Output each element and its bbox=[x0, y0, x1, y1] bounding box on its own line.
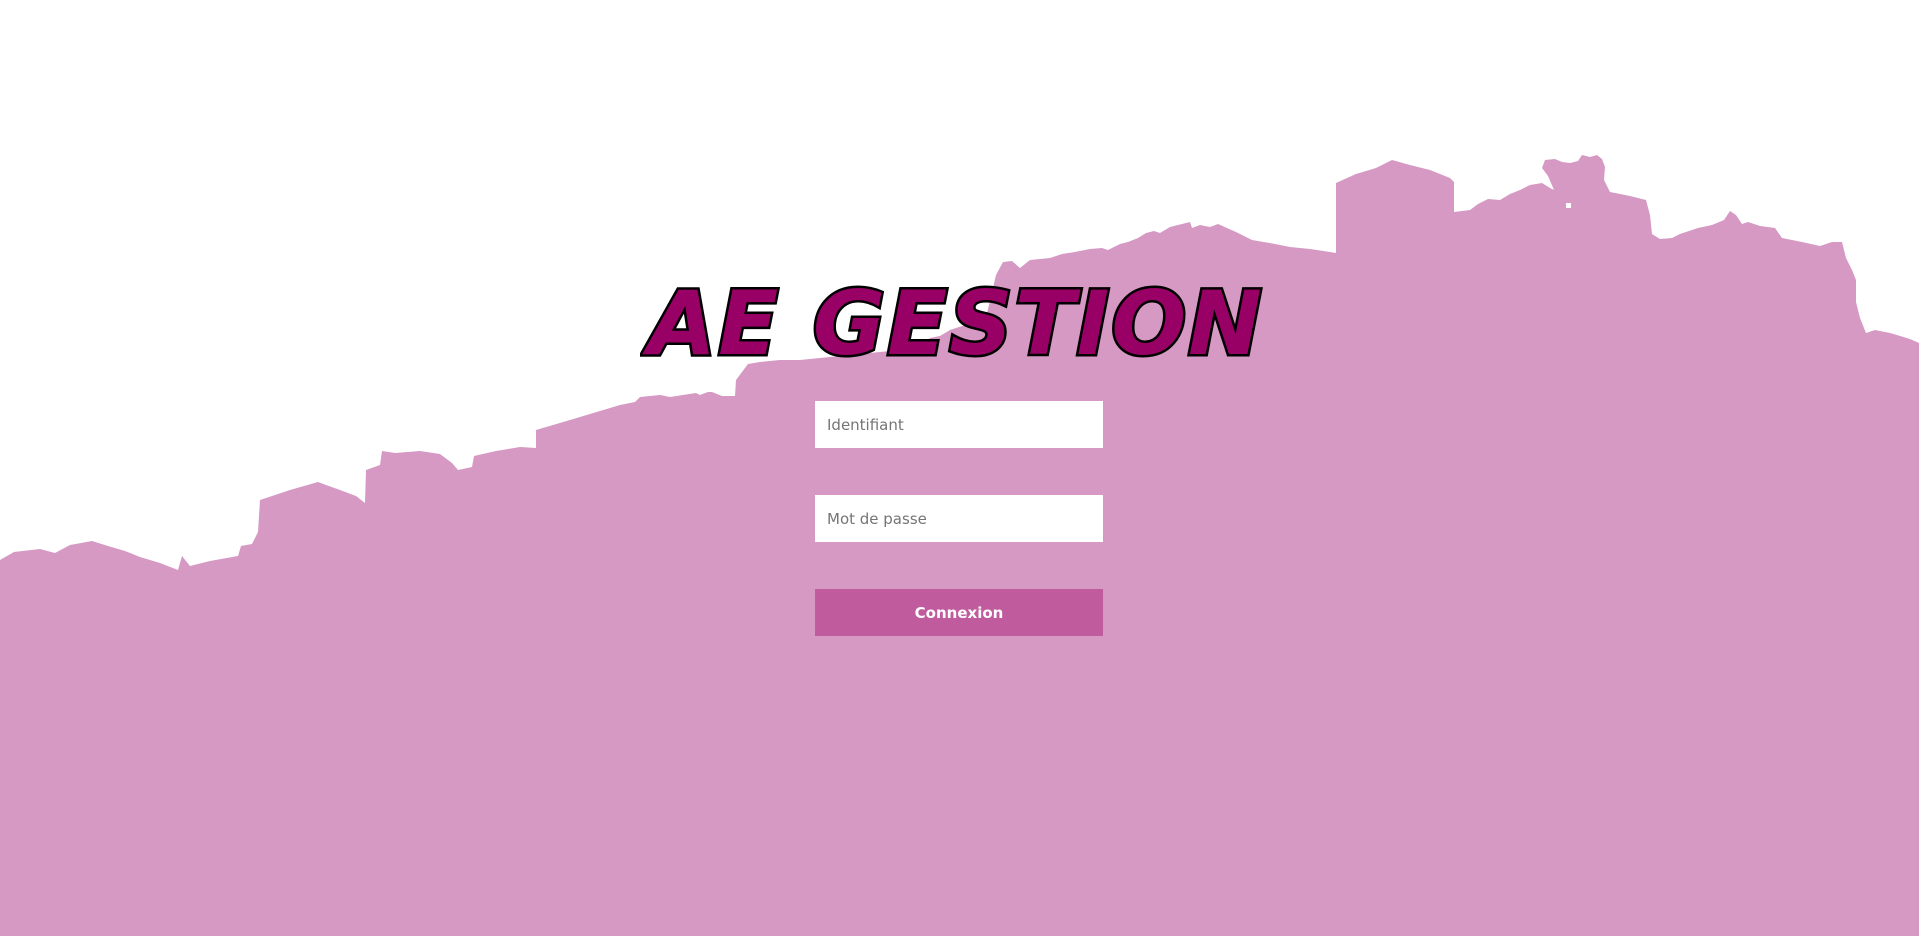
username-field[interactable] bbox=[815, 401, 1103, 448]
logo-text: AE GESTION bbox=[642, 272, 1264, 372]
login-page: AE GESTION Connexion bbox=[0, 0, 1919, 936]
login-form: Connexion bbox=[815, 401, 1103, 636]
password-field[interactable] bbox=[815, 495, 1103, 542]
skyline-window-gap bbox=[1566, 203, 1571, 208]
ae-gestion-logo: AE GESTION bbox=[640, 272, 1264, 372]
login-button[interactable]: Connexion bbox=[815, 589, 1103, 636]
